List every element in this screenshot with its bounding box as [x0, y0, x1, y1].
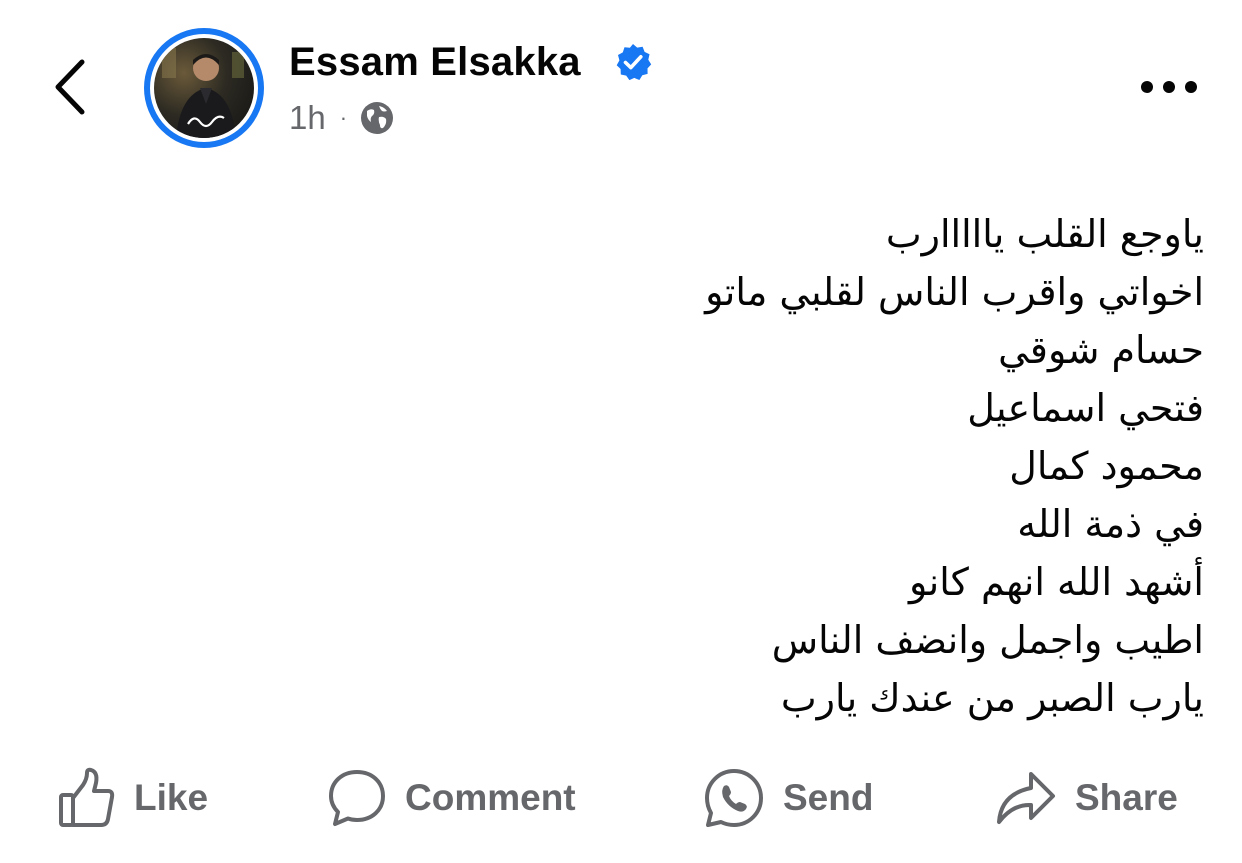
meta-separator: ·: [339, 105, 348, 130]
post-text: ياوجع القلب يااااارب اخواتي واقرب الناس …: [304, 205, 1204, 727]
post-timestamp[interactable]: 1h: [289, 99, 326, 137]
share-label: Share: [1075, 776, 1178, 818]
back-button[interactable]: [50, 56, 90, 118]
chevron-left-icon: [55, 59, 85, 115]
send-button[interactable]: Send: [703, 760, 873, 835]
send-label: Send: [783, 776, 874, 818]
share-button[interactable]: Share: [995, 760, 1178, 835]
globe-icon[interactable]: [359, 100, 395, 136]
thumbs-up-icon: [59, 767, 115, 827]
comment-label: Comment: [405, 776, 576, 818]
post-meta: 1h ·: [289, 98, 395, 138]
author-name[interactable]: Essam Elsakka: [289, 40, 581, 85]
post-line: أشهد الله انهم كانو: [908, 560, 1204, 604]
more-options-button[interactable]: [1138, 72, 1200, 102]
profile-photo-art: [162, 48, 244, 138]
like-label: Like: [134, 776, 209, 818]
share-arrow-icon: [997, 771, 1055, 824]
like-button[interactable]: Like: [58, 760, 208, 835]
avatar-border: [150, 34, 258, 142]
post-line: فتحي اسماعيل: [967, 386, 1204, 430]
more-horizontal-icon: [1141, 81, 1197, 93]
avatar[interactable]: [144, 28, 264, 148]
post-line: ياوجع القلب يااااارب: [885, 212, 1204, 256]
post-line: في ذمة الله: [1017, 502, 1204, 546]
comment-button[interactable]: Comment: [327, 760, 576, 835]
post-line: حسام شوقي: [998, 328, 1204, 372]
post-line: اخواتي واقرب الناس لقلبي ماتو: [705, 270, 1204, 314]
comment-bubble-icon: [329, 769, 385, 826]
whatsapp-icon: [705, 768, 763, 827]
post-line: محمود كمال: [1009, 444, 1204, 488]
verified-badge-icon: [616, 44, 652, 81]
post-line: يارب الصبر من عندك يارب: [780, 676, 1204, 720]
post-line: اطيب واجمل وانضف الناس: [771, 618, 1204, 662]
profile-photo: [154, 38, 254, 138]
post-action-bar: Like Comment Send Share: [0, 760, 1242, 835]
